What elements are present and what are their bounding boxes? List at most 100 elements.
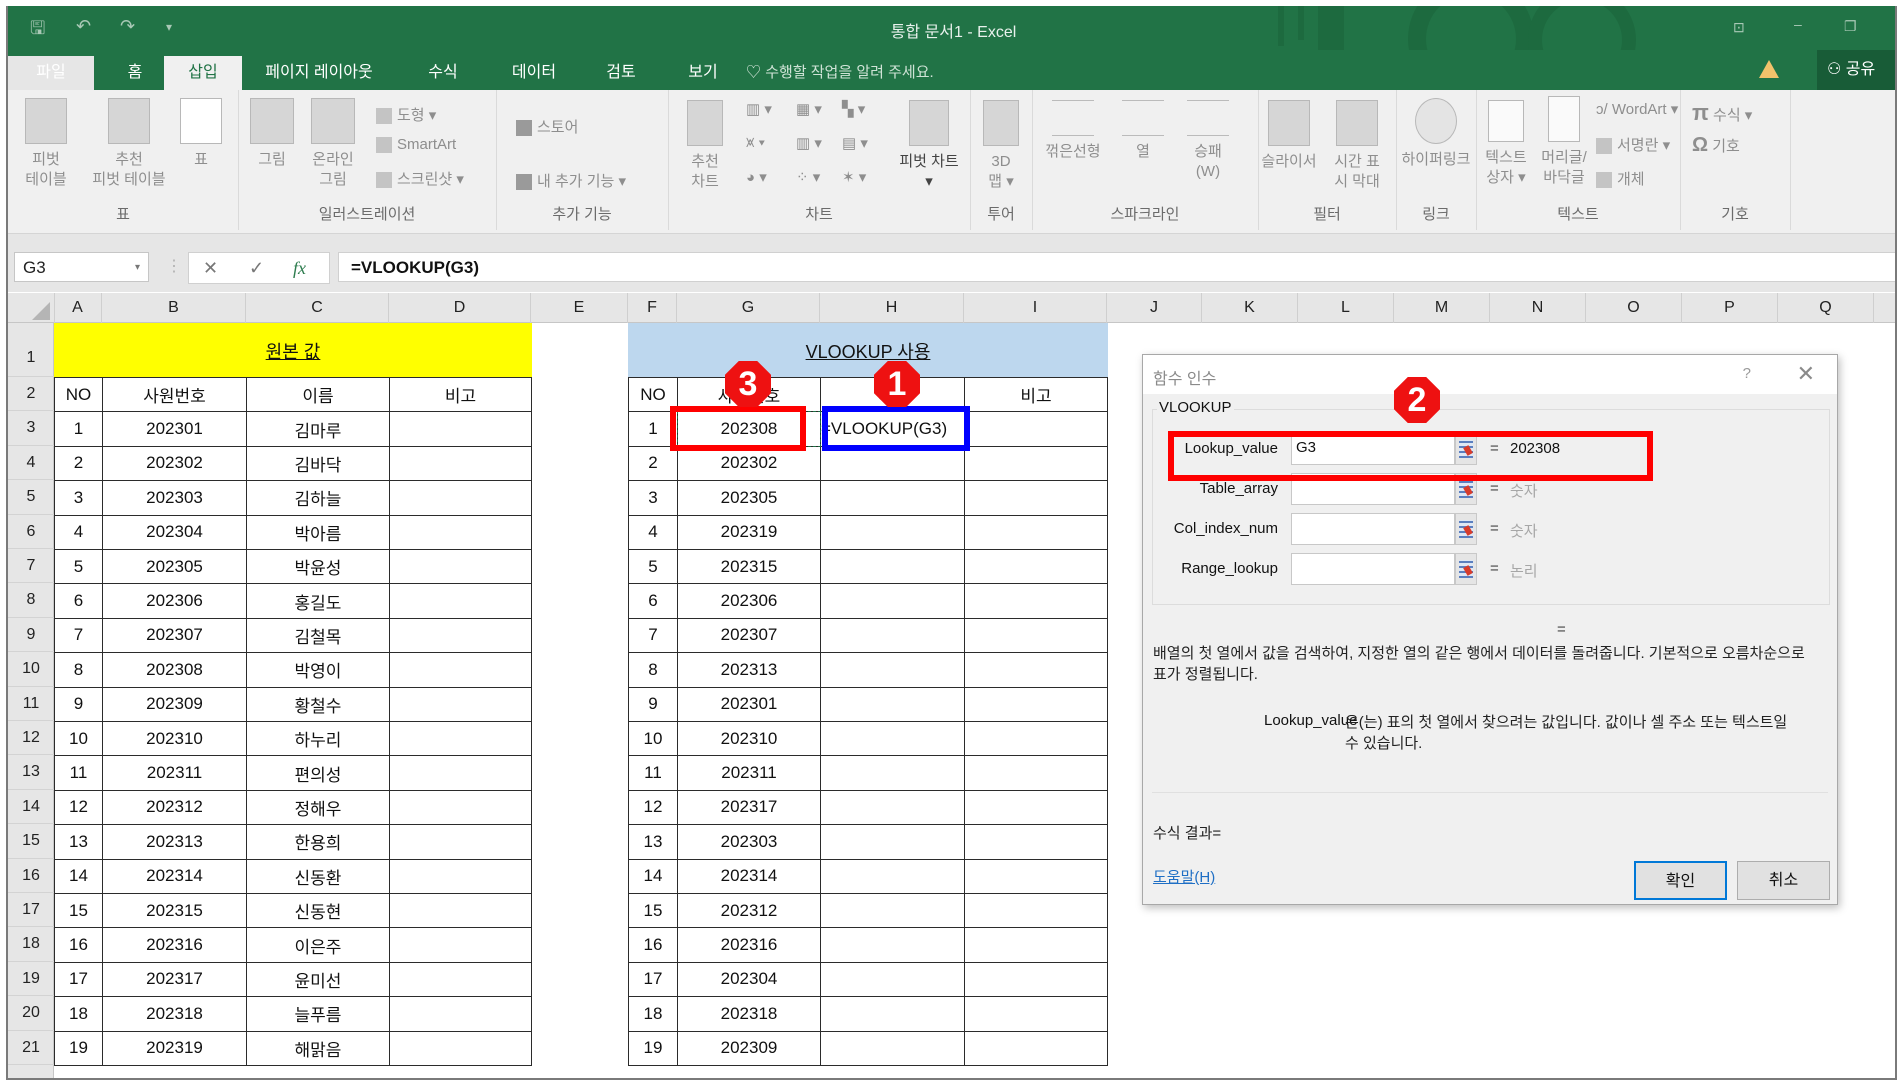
row-header-12[interactable]: 12	[8, 721, 54, 756]
pictures-button[interactable]: 그림	[244, 98, 300, 170]
signature-line-button[interactable]: 서명란 ▾	[1596, 134, 1670, 155]
pie-chart-icon[interactable]: ◕ ▾	[746, 168, 767, 186]
right-table-cell[interactable]	[964, 445, 1108, 482]
recommended-charts-button[interactable]: 추천 차트	[680, 100, 730, 192]
right-table-cell[interactable]: 202313	[677, 652, 821, 688]
right-table-cell[interactable]	[964, 858, 1108, 894]
row-header-19[interactable]: 19	[8, 962, 54, 997]
row-header-2[interactable]: 2	[8, 377, 54, 412]
left-table-cell[interactable]	[389, 1030, 532, 1066]
left-table-cell[interactable]: 신동환	[246, 858, 390, 894]
left-table-cell[interactable]: 정해우	[246, 789, 390, 826]
right-table-cell[interactable]: 12	[628, 789, 678, 826]
left-table-cell[interactable]: 11	[54, 755, 103, 791]
right-table-cell[interactable]	[820, 961, 965, 998]
row-header-15[interactable]: 15	[8, 824, 54, 859]
line-chart-icon[interactable]: ⩙ ▾	[746, 134, 765, 151]
right-table-cell[interactable]	[820, 893, 965, 929]
right-table-cell[interactable]: 17	[628, 961, 678, 998]
left-table-cell[interactable]	[389, 789, 532, 826]
right-table-cell[interactable]: 7	[628, 617, 678, 654]
column-header-i[interactable]: I	[964, 293, 1107, 323]
waterfall-chart-icon[interactable]: ▚ ▾	[842, 100, 865, 118]
right-table-cell[interactable]	[964, 686, 1108, 722]
left-table-cell[interactable]: 5	[54, 549, 103, 585]
column-header-o[interactable]: O	[1586, 293, 1682, 323]
column-header-h[interactable]: H	[820, 293, 964, 323]
right-table-cell[interactable]	[964, 824, 1108, 860]
column-header-k[interactable]: K	[1202, 293, 1298, 323]
arg-input-range-lookup[interactable]	[1291, 553, 1455, 585]
right-table-cell[interactable]: 202304	[677, 961, 821, 998]
right-table-cell[interactable]: 202315	[677, 549, 821, 585]
row-header-8[interactable]: 8	[8, 583, 54, 618]
left-table-cell[interactable]	[389, 411, 532, 447]
column-header-e[interactable]: E	[531, 293, 628, 323]
left-table-cell[interactable]: 4	[54, 514, 103, 550]
right-table-cell[interactable]	[820, 583, 965, 619]
left-table-cell[interactable]: 신동현	[246, 893, 390, 929]
sparkline-winloss-button[interactable]: 승패 (W)	[1178, 100, 1238, 182]
left-table-cell[interactable]: 202303	[102, 480, 247, 516]
insert-function-icon[interactable]: fx	[293, 253, 306, 283]
left-table-cell[interactable]: 202311	[102, 755, 247, 791]
row-header-17[interactable]: 17	[8, 893, 54, 928]
left-table-cell[interactable]: 18	[54, 996, 103, 1032]
left-table-cell[interactable]: 윤미선	[246, 961, 390, 998]
right-table-cell[interactable]	[820, 480, 965, 516]
left-table-cell[interactable]: 6	[54, 583, 103, 619]
cancel-button[interactable]: 취소	[1737, 861, 1830, 900]
column-header-l[interactable]: L	[1298, 293, 1394, 323]
right-table-header[interactable]: 비고	[964, 377, 1108, 413]
column-header-p[interactable]: P	[1682, 293, 1778, 323]
left-table-cell[interactable]: 202306	[102, 583, 247, 619]
column-header-c[interactable]: C	[246, 293, 389, 323]
right-table-cell[interactable]: 202314	[677, 858, 821, 894]
left-table-cell[interactable]: 202310	[102, 721, 247, 757]
left-table-cell[interactable]: 202317	[102, 961, 247, 998]
left-table-cell[interactable]: 202319	[102, 1030, 247, 1066]
right-table-cell[interactable]: 14	[628, 858, 678, 894]
statistic-chart-icon[interactable]: ▥ ▾	[796, 134, 822, 152]
left-table-cell[interactable]: 16	[54, 927, 103, 963]
left-table-cell[interactable]: 12	[54, 789, 103, 826]
shapes-button[interactable]: 도형 ▾	[376, 104, 436, 125]
left-table-cell[interactable]: 19	[54, 1030, 103, 1066]
column-header-j[interactable]: J	[1107, 293, 1202, 323]
share-button[interactable]: ⚇ 공유	[1817, 50, 1895, 90]
left-table-cell[interactable]: 202308	[102, 652, 247, 688]
right-table-cell[interactable]	[820, 1030, 965, 1066]
dialog-title-bar[interactable]: 함수 인수 ? ✕	[1143, 355, 1837, 394]
smartart-button[interactable]: SmartArt	[376, 136, 456, 154]
left-table-cell[interactable]	[389, 617, 532, 654]
row-header-1[interactable]: 1	[8, 323, 54, 377]
tab-formulas[interactable]: 수식	[408, 56, 478, 90]
store-button[interactable]: 스토어	[516, 116, 578, 137]
left-table-cell[interactable]: 박영이	[246, 652, 390, 688]
scatter-chart-icon[interactable]: ⁘ ▾	[796, 168, 820, 186]
left-table-cell[interactable]	[389, 858, 532, 894]
sparkline-line-button[interactable]: 꺾은선형	[1038, 100, 1108, 162]
left-table-cell[interactable]: 202318	[102, 996, 247, 1032]
textbox-button[interactable]: 텍스트 상자 ▾	[1480, 100, 1532, 188]
left-table-cell[interactable]: 김철목	[246, 617, 390, 654]
right-table-cell[interactable]	[964, 617, 1108, 654]
right-table-cell[interactable]: 8	[628, 652, 678, 688]
tell-me-box[interactable]: ♡ 수행할 작업을 알려 주세요.	[746, 56, 934, 90]
right-table-cell[interactable]	[964, 789, 1108, 826]
left-table-header[interactable]: 이름	[246, 377, 390, 413]
enter-formula-icon[interactable]: ✓	[249, 253, 264, 283]
right-table-cell[interactable]: 202312	[677, 893, 821, 929]
right-table-cell[interactable]: 202301	[677, 686, 821, 722]
left-table-cell[interactable]	[389, 514, 532, 550]
column-header-n[interactable]: N	[1490, 293, 1586, 323]
left-table-cell[interactable]: 202314	[102, 858, 247, 894]
right-table-cell[interactable]: 202307	[677, 617, 821, 654]
row-header-21[interactable]: 21	[8, 1031, 54, 1065]
right-table-cell[interactable]: 18	[628, 996, 678, 1032]
left-table-cell[interactable]: 13	[54, 824, 103, 860]
wordart-button[interactable]: ↄ/ WordArt ▾	[1596, 100, 1678, 118]
right-table-cell[interactable]: 16	[628, 927, 678, 963]
name-box[interactable]: G3 ▾	[14, 252, 149, 282]
left-table-cell[interactable]: 10	[54, 721, 103, 757]
